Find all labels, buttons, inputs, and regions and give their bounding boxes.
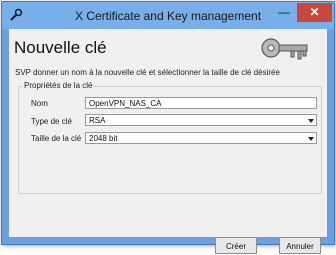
dialog-body: Nouvelle clé SVP donner un nom à la nouv… (9, 29, 327, 254)
name-label: Nom (31, 99, 48, 108)
key-size-select[interactable]: 2048 bit (85, 132, 317, 144)
key-type-value: RSA (89, 116, 106, 125)
dialog-window: X Certificate and Key management — ✕ Nou… (1, 1, 335, 254)
close-button[interactable]: ✕ (297, 3, 332, 22)
minimize-button[interactable]: — (272, 3, 296, 22)
page-title: Nouvelle clé (14, 38, 107, 57)
title-bar[interactable]: X Certificate and Key management — ✕ (2, 2, 334, 29)
key-icon (261, 38, 308, 60)
chevron-down-icon[interactable] (308, 137, 314, 141)
group-title: Propriétés de la clé (22, 81, 95, 90)
name-input[interactable]: OpenVPN_NAS_CA (85, 97, 317, 109)
key-size-value: 2048 bit (89, 134, 118, 143)
key-type-select[interactable]: RSA (85, 114, 317, 126)
chevron-down-icon[interactable] (308, 119, 314, 123)
type-label: Type de clé (31, 117, 72, 126)
dialog-header: Nouvelle clé (9, 29, 327, 65)
size-label: Taille de la clé (31, 134, 82, 143)
instruction-text: SVP donner un nom à la nouvelle clé et s… (15, 68, 280, 77)
